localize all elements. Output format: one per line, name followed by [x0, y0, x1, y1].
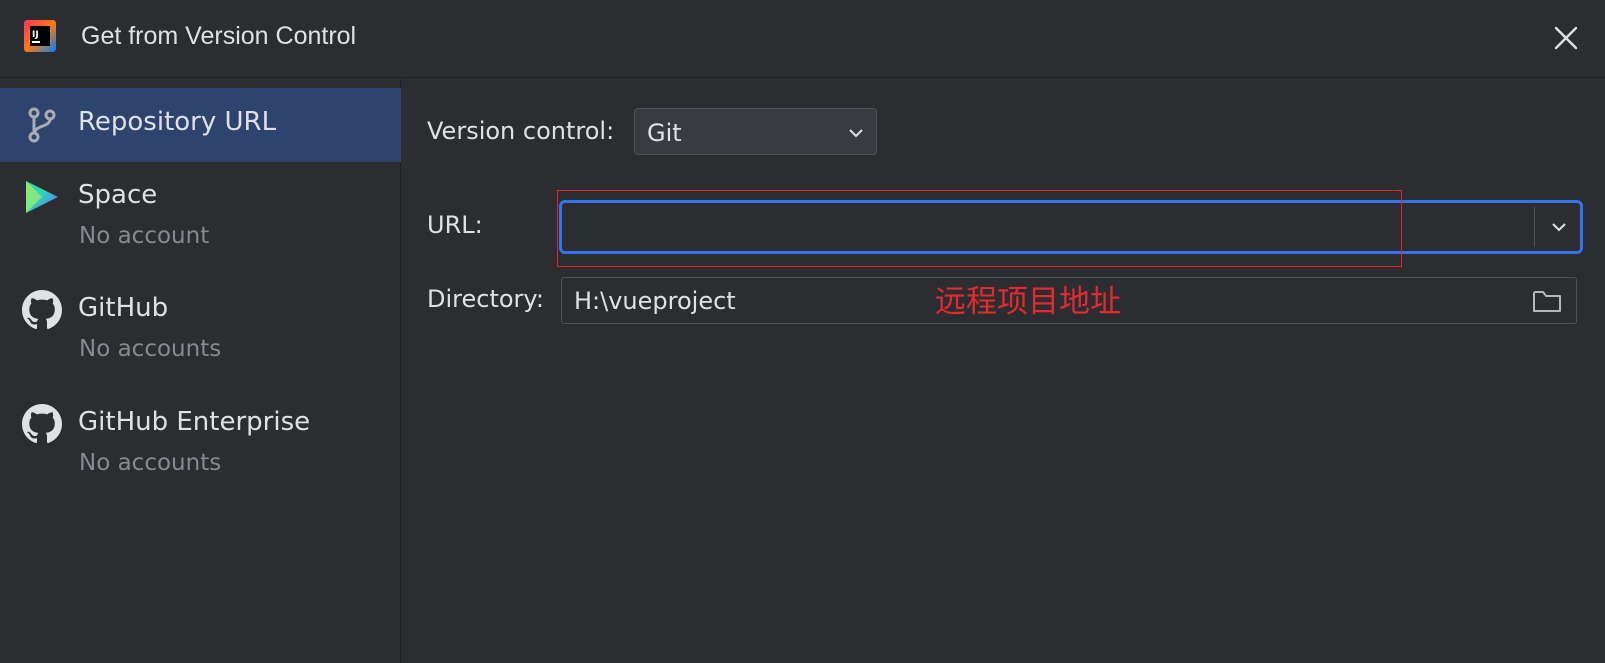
github-icon — [22, 290, 62, 330]
version-control-label: Version control: — [427, 117, 615, 145]
sidebar-item-label: GitHub — [78, 293, 169, 323]
sidebar: Repository URL Space No account GitHub N… — [0, 79, 401, 663]
url-combobox[interactable] — [559, 200, 1583, 254]
vcs-branch-icon — [22, 105, 62, 145]
directory-label: Directory: — [427, 285, 544, 313]
annotation-text: 远程项目地址 — [935, 284, 1121, 320]
sidebar-item-github[interactable]: GitHub No accounts — [0, 284, 401, 384]
chevron-down-icon — [846, 123, 866, 143]
sidebar-item-sublabel: No accounts — [79, 450, 222, 476]
sidebar-item-sublabel: No accounts — [79, 336, 222, 362]
sidebar-item-sublabel: No account — [79, 223, 210, 249]
close-icon[interactable] — [1552, 24, 1580, 52]
version-control-value: Git — [647, 119, 682, 147]
window-title: Get from Version Control — [81, 22, 357, 50]
space-logo-icon — [22, 177, 62, 217]
intellij-logo-icon: IJ — [24, 20, 56, 52]
title-bar: IJ Get from Version Control — [0, 0, 1605, 78]
sidebar-item-label: Repository URL — [78, 107, 277, 137]
version-control-select[interactable]: Git — [634, 108, 877, 155]
sidebar-item-label: GitHub Enterprise — [78, 407, 311, 437]
sidebar-item-label: Space — [78, 180, 158, 210]
github-icon — [22, 404, 62, 444]
url-input[interactable] — [572, 209, 1532, 245]
sidebar-item-repository-url[interactable]: Repository URL — [0, 88, 401, 162]
main-panel — [402, 79, 1605, 663]
sidebar-item-github-enterprise[interactable]: GitHub Enterprise No accounts — [0, 398, 401, 498]
svg-text:IJ: IJ — [32, 30, 39, 40]
chevron-down-icon[interactable] — [1548, 216, 1570, 238]
sidebar-item-space[interactable]: Space No account — [0, 171, 401, 271]
folder-icon[interactable] — [1532, 288, 1562, 314]
url-divider — [1534, 207, 1535, 247]
url-label: URL: — [427, 211, 483, 239]
